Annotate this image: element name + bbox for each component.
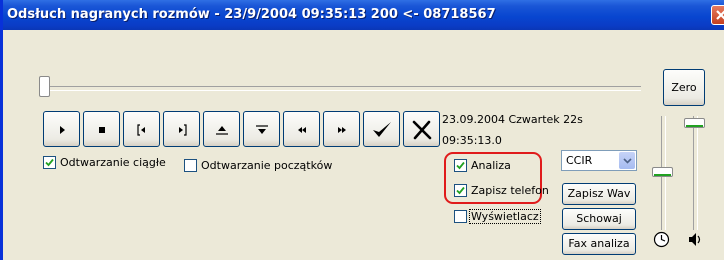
zero-button[interactable]: Zero [663, 69, 705, 106]
volume-slider-track[interactable] [693, 116, 698, 230]
speaker-icon [689, 233, 701, 246]
window-title: Odsłuch nagranych rozmów - 23/9/2004 09:… [7, 7, 496, 22]
chevron-down-icon [623, 158, 632, 164]
bracket-right-icon [179, 124, 187, 136]
accept-button[interactable] [363, 111, 400, 147]
odtwarzanie-ciagle-checkbox[interactable] [43, 156, 56, 169]
zapisz-wav-button[interactable]: Zapisz Wav [562, 183, 636, 205]
odtwarzanie-poczatkow-checkbox[interactable] [184, 159, 197, 172]
schowaj-button[interactable]: Schowaj [562, 208, 636, 230]
check-icon [456, 186, 465, 195]
wyswietlacz-checkbox[interactable] [454, 210, 467, 223]
mark-end-button[interactable] [163, 111, 200, 147]
position-slider-thumb[interactable] [39, 76, 50, 97]
check-icon [45, 158, 54, 167]
recording-time-info: 09:35:13.0 [442, 134, 502, 147]
stop-button[interactable] [83, 111, 120, 147]
bracket-left-icon [137, 124, 145, 136]
fast-forward-icon [338, 127, 346, 133]
standard-select[interactable]: CCIR [561, 150, 637, 171]
odtwarzanie-poczatkow-label[interactable]: Odtwarzanie początków [201, 159, 332, 172]
close-icon [716, 10, 724, 20]
zapisz-telefon-label[interactable]: Zapisz telefon [471, 184, 549, 197]
stop-icon [99, 127, 105, 133]
volume-slider-thumb[interactable] [684, 118, 705, 128]
arrow-down-icon [256, 125, 268, 134]
clock-icon [653, 231, 670, 248]
jump-up-button[interactable] [203, 111, 240, 147]
odtwarzanie-ciagle-label[interactable]: Odtwarzanie ciągłe [60, 156, 166, 169]
play-button[interactable] [43, 111, 80, 147]
fax-analiza-button[interactable]: Fax analiza [562, 233, 636, 255]
zapisz-telefon-checkbox[interactable] [454, 184, 467, 197]
speed-slider-thumb[interactable] [652, 167, 673, 177]
playback-window: Odsłuch nagranych rozmów - 23/9/2004 09:… [0, 0, 724, 260]
rewind-button[interactable] [283, 111, 320, 147]
play-icon [60, 126, 65, 134]
check-icon [456, 161, 465, 170]
recording-date-info: 23.09.2004 Czwartek 22s [442, 113, 583, 126]
x-mark-icon [412, 120, 432, 140]
analiza-checkbox[interactable] [454, 159, 467, 172]
arrow-up-icon [216, 126, 228, 135]
jump-down-button[interactable] [243, 111, 280, 147]
wyswietlacz-label[interactable]: Wyświetlacz [469, 209, 541, 224]
position-track[interactable] [41, 86, 641, 91]
mark-start-button[interactable] [123, 111, 160, 147]
checkmark-icon [373, 122, 391, 137]
close-button[interactable] [711, 5, 724, 25]
reject-button[interactable] [403, 111, 440, 147]
forward-button[interactable] [323, 111, 360, 147]
rewind-icon [298, 127, 306, 133]
title-bar[interactable]: Odsłuch nagranych rozmów - 23/9/2004 09:… [3, 0, 724, 30]
dropdown-button[interactable] [619, 152, 635, 169]
analiza-label[interactable]: Analiza [471, 159, 511, 172]
standard-select-value: CCIR [566, 154, 593, 167]
